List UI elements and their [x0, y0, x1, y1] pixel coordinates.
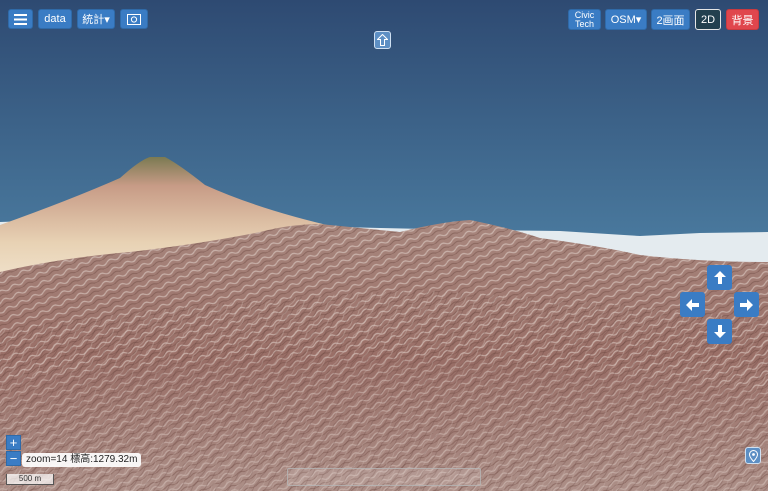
camera-icon — [127, 13, 141, 25]
pan-down-button[interactable] — [707, 319, 732, 344]
background-button[interactable]: 背景 — [726, 9, 759, 30]
mode-2d-button[interactable]: 2D — [695, 9, 721, 30]
pan-up-button[interactable] — [707, 265, 732, 290]
pan-right-button[interactable] — [734, 292, 759, 317]
civic-tech-button[interactable]: Civic Tech — [568, 9, 601, 30]
osm-dropdown-button[interactable]: OSM▾ — [605, 9, 647, 30]
hamburger-icon — [14, 13, 27, 25]
search-bar[interactable] — [287, 468, 481, 486]
arrow-down-icon — [713, 325, 726, 338]
arrow-up-icon — [713, 271, 726, 284]
data-button[interactable]: data — [38, 9, 72, 29]
civic-tech-label-line2: Tech — [574, 18, 594, 29]
zoom-elevation-readout: zoom=14 標高:1279.32m — [22, 453, 142, 467]
dual-screen-button[interactable]: 2画面 — [651, 9, 690, 30]
arrow-left-icon — [686, 298, 699, 311]
screenshot-button[interactable] — [120, 9, 148, 29]
north-arrow-icon — [377, 34, 388, 46]
scale-bar: 500 m — [6, 474, 54, 485]
menu-button[interactable] — [8, 9, 33, 29]
zoom-in-button[interactable]: + — [6, 435, 21, 450]
north-reset-button[interactable] — [374, 31, 391, 49]
terrain-3d-view[interactable] — [0, 0, 768, 491]
location-button[interactable] — [745, 447, 761, 464]
stats-dropdown-button[interactable]: 統計▾ — [77, 9, 115, 29]
map-pin-icon — [748, 449, 758, 462]
zoom-out-button[interactable]: − — [6, 451, 21, 466]
pan-left-button[interactable] — [680, 292, 705, 317]
arrow-right-icon — [740, 298, 753, 311]
